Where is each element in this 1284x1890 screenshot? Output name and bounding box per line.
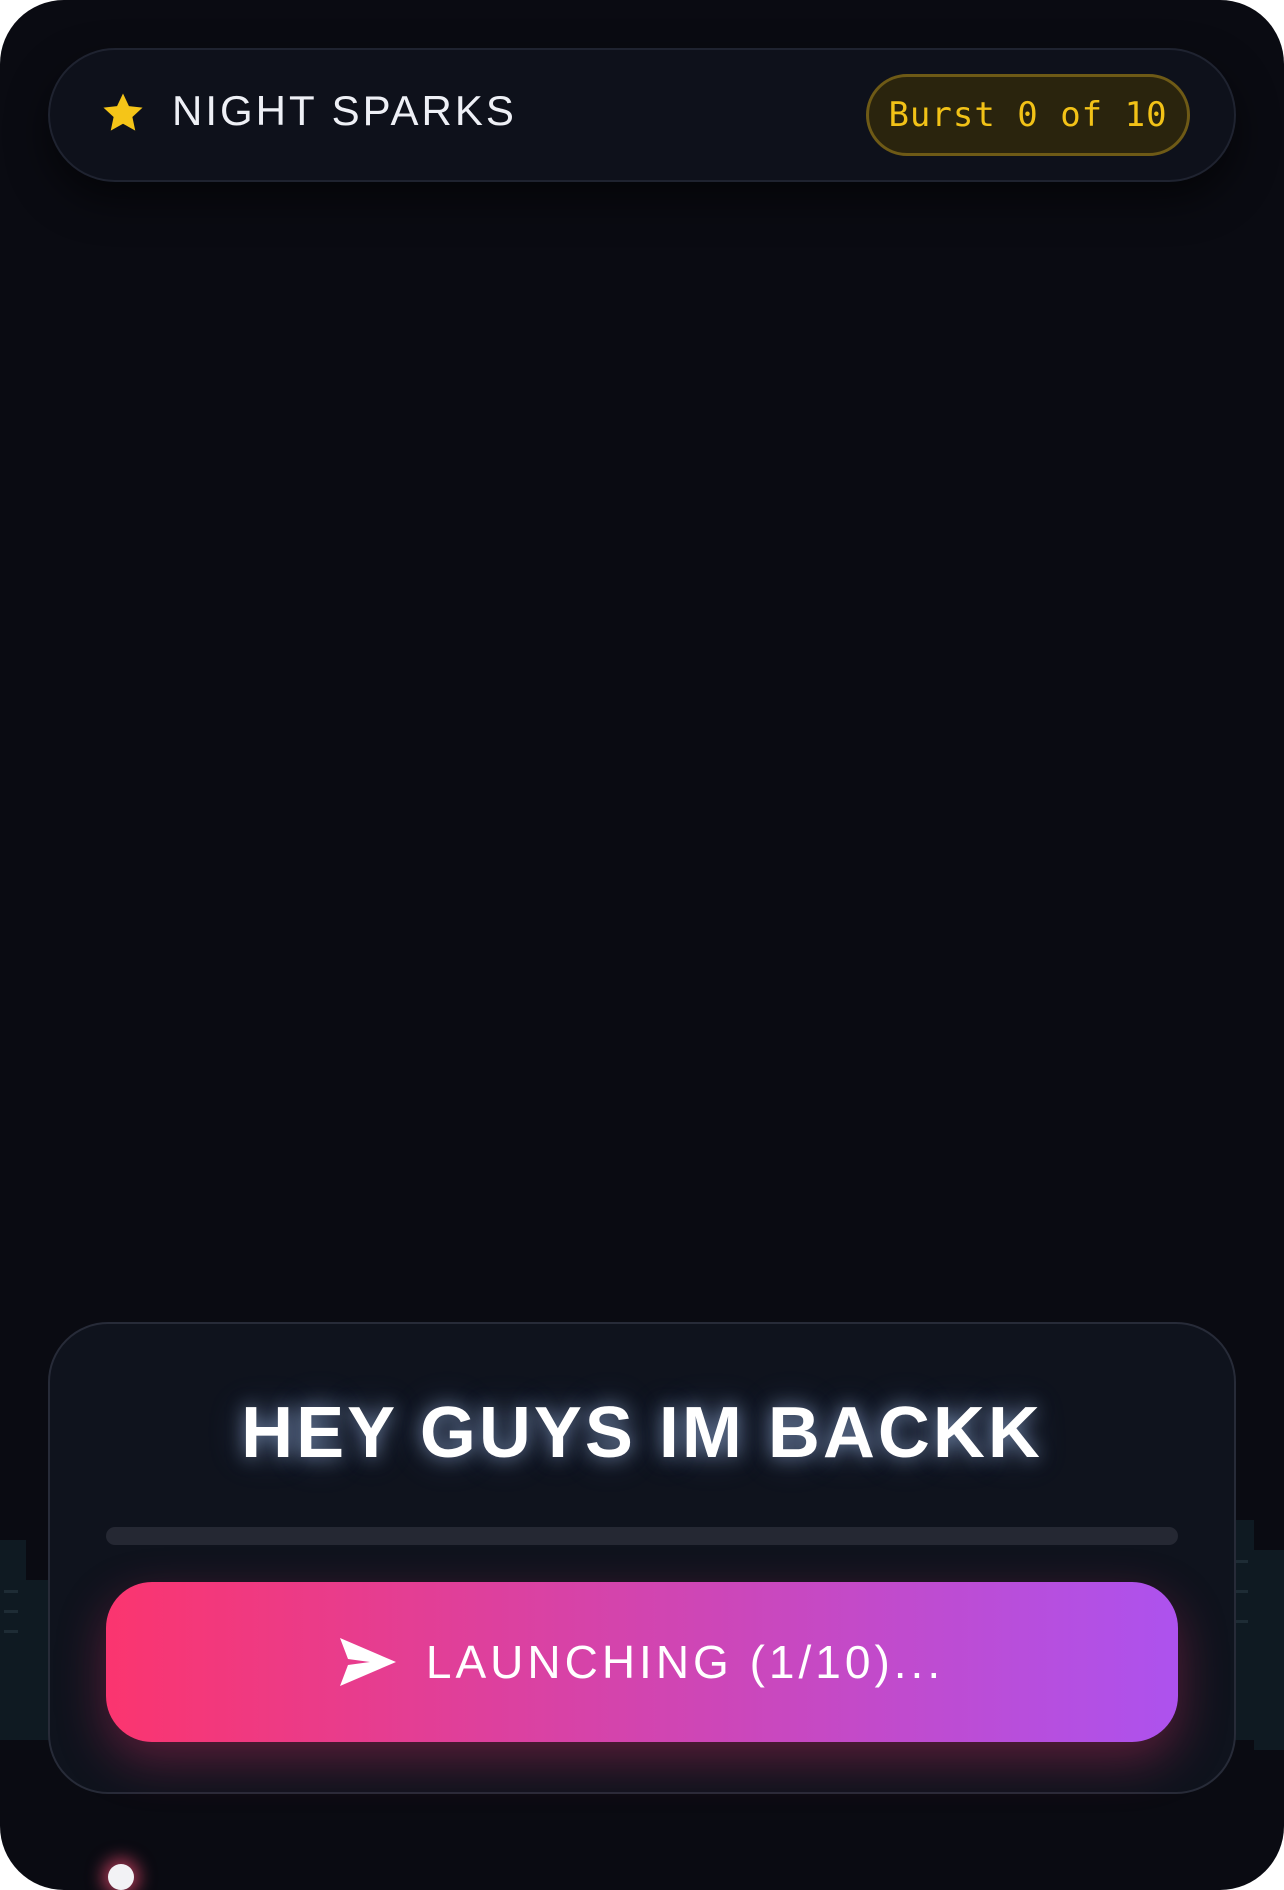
- message-text: HEY GUYS IM BACKK: [241, 1393, 1043, 1473]
- app-screen: NIGHT SPARKS Burst 0 of 10 HEY GUYS IM B…: [0, 0, 1284, 1890]
- launch-button[interactable]: LAUNCHING (1/10)...: [106, 1582, 1178, 1742]
- spark-particle: [108, 1864, 134, 1890]
- progress-bar: [106, 1527, 1178, 1545]
- send-icon: [339, 1638, 396, 1686]
- burst-counter-badge: Burst 0 of 10: [866, 74, 1190, 156]
- app-title: NIGHT SPARKS: [172, 87, 517, 134]
- star-icon: [103, 93, 143, 131]
- launch-button-label: LAUNCHING (1/10)...: [425, 1636, 945, 1688]
